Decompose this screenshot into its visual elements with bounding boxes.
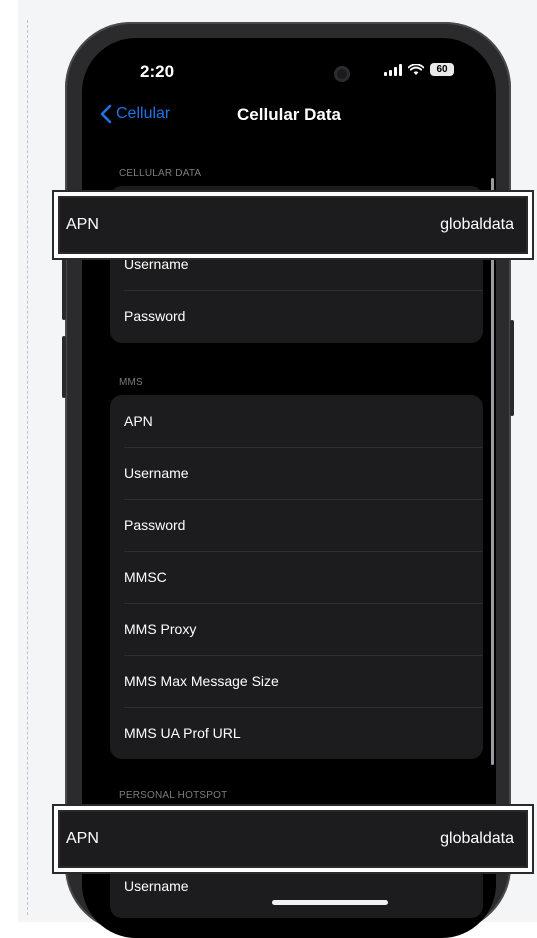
volume-up-button bbox=[62, 258, 66, 320]
apn-label: APN bbox=[66, 830, 99, 847]
mms-ua-prof-url-row[interactable]: MMS UA Prof URL bbox=[110, 707, 483, 759]
apn-callout-hotspot[interactable]: APN globaldata bbox=[58, 810, 528, 868]
guide-line bbox=[27, 20, 28, 915]
mmsc-row[interactable]: MMSC bbox=[110, 551, 483, 603]
mms-max-size-row[interactable]: MMS Max Message Size bbox=[110, 655, 483, 707]
scrollbar[interactable] bbox=[491, 178, 494, 765]
apn-value: globaldata bbox=[440, 216, 514, 233]
front-camera bbox=[334, 66, 350, 82]
power-button bbox=[510, 320, 514, 416]
section-header-cellular-data: CELLULAR DATA bbox=[119, 168, 202, 179]
mms-group: APN Username Password MMSC MMS Proxy MMS… bbox=[110, 395, 483, 759]
section-header-personal-hotspot: PERSONAL HOTSPOT bbox=[119, 790, 228, 801]
phone-screen: 2:20 60 Cellular Cellular Data CELLULAR … bbox=[82, 38, 496, 938]
cellular-password-row[interactable]: Password bbox=[110, 290, 483, 342]
mms-proxy-row[interactable]: MMS Proxy bbox=[110, 603, 483, 655]
apn-callout-cellular[interactable]: APN globaldata bbox=[58, 196, 528, 254]
home-indicator[interactable] bbox=[272, 900, 388, 905]
apn-label: APN bbox=[66, 216, 99, 233]
page-title: Cellular Data bbox=[237, 105, 341, 124]
mms-password-row[interactable]: Password bbox=[110, 499, 483, 551]
section-header-mms: MMS bbox=[119, 377, 143, 388]
mms-apn-row[interactable]: APN bbox=[110, 395, 483, 447]
mms-username-row[interactable]: Username bbox=[110, 447, 483, 499]
battery-icon: 60 bbox=[430, 63, 454, 76]
status-time: 2:20 bbox=[140, 62, 175, 81]
volume-down-button bbox=[62, 336, 66, 398]
signal-icon bbox=[384, 63, 402, 76]
status-icons: 60 bbox=[384, 63, 454, 76]
apn-value: globaldata bbox=[440, 830, 514, 847]
wifi-icon bbox=[408, 63, 424, 75]
